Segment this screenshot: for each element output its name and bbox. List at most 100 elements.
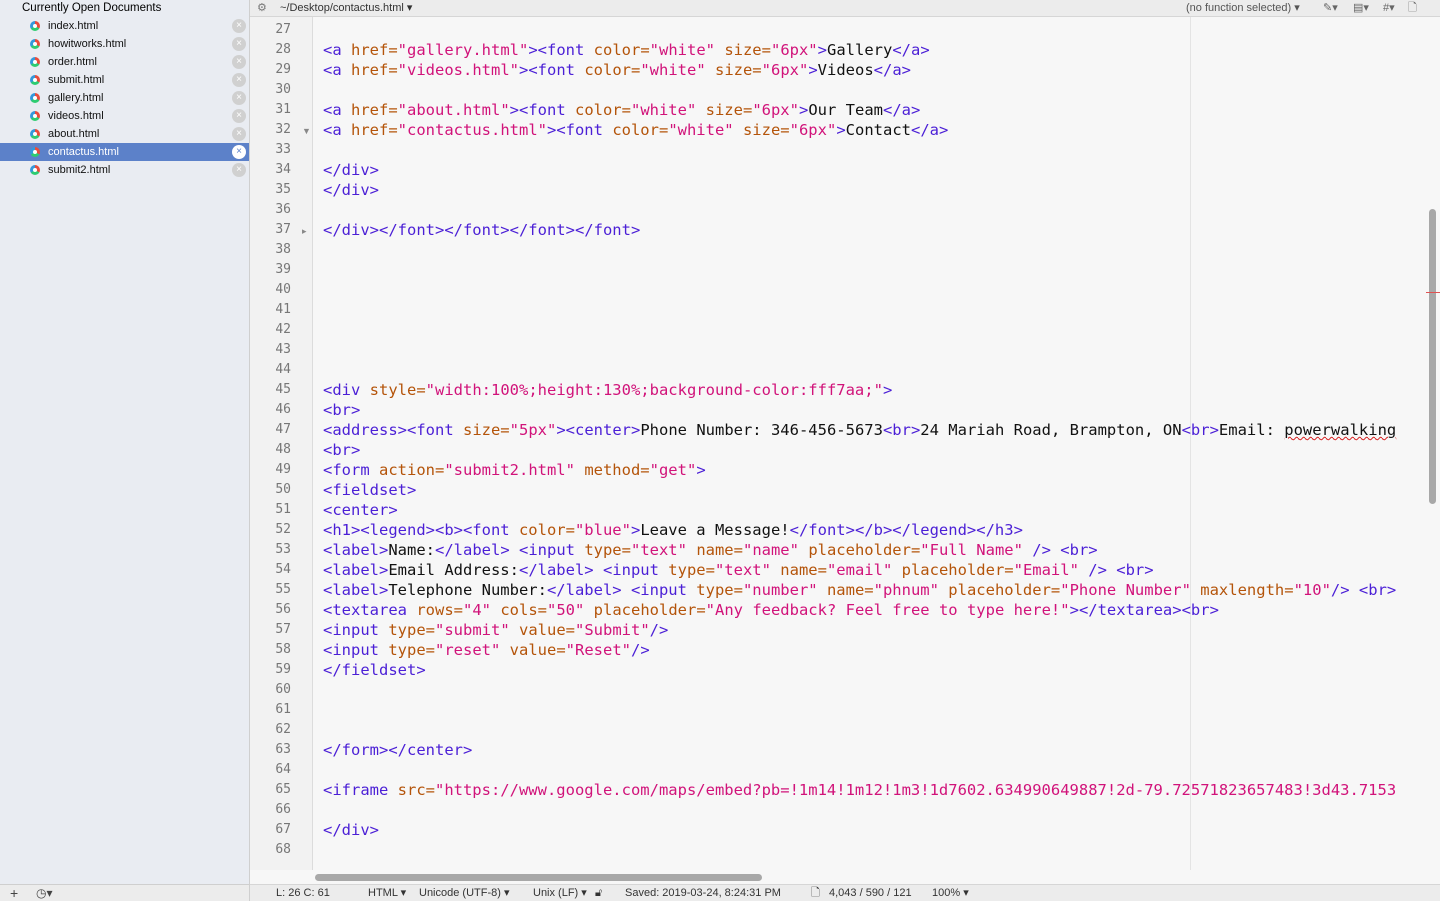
code-line[interactable]: <a href="contactus.html"><font color="wh… xyxy=(323,121,948,139)
code-token: > xyxy=(798,101,809,119)
code-token: "width:100%;height:130%;background-color… xyxy=(425,381,883,399)
code-line[interactable]: <textarea rows="4" cols="50" placeholder… xyxy=(323,601,1219,619)
code-token: "10" xyxy=(1293,581,1331,599)
code-line[interactable]: </div> xyxy=(323,821,379,839)
code-line[interactable]: <fieldset> xyxy=(323,481,416,499)
close-icon[interactable]: × xyxy=(232,37,246,51)
html-file-icon xyxy=(30,75,40,85)
code-token: Contact xyxy=(845,121,911,139)
history-menu-icon[interactable]: ◷▾ xyxy=(36,885,53,901)
close-icon[interactable]: × xyxy=(232,127,246,141)
code-token: /> <br> xyxy=(1088,561,1154,579)
encoding-menu[interactable]: Unicode (UTF-8) ▾ xyxy=(419,885,509,901)
editor-navigation-bar: ⚙ ~/Desktop/contactus.html ▾ (no functio… xyxy=(250,0,1440,17)
code-line[interactable]: <label>Telephone Number:</label> <input … xyxy=(323,581,1396,599)
code-line[interactable]: <center> xyxy=(323,501,398,519)
code-line[interactable]: </div> xyxy=(323,181,379,199)
line-number: 40 xyxy=(275,282,291,297)
code-token: </div> xyxy=(323,181,379,199)
horizontal-scrollbar[interactable] xyxy=(313,870,1425,884)
close-icon[interactable]: × xyxy=(232,55,246,69)
code-line[interactable]: <h1><legend><b><font color="blue">Leave … xyxy=(323,521,1023,539)
vertical-scrollbar[interactable] xyxy=(1425,17,1440,870)
code-line[interactable]: </fieldset> xyxy=(323,661,426,679)
close-icon[interactable]: × xyxy=(232,91,246,105)
document-item[interactable]: contactus.html × xyxy=(0,143,249,161)
fold-toggle-icon[interactable]: ▸ xyxy=(302,226,307,237)
open-documents-sidebar: Currently Open Documents index.html × howi… xyxy=(0,0,250,884)
html-file-icon xyxy=(30,165,40,175)
vertical-scroll-thumb[interactable] xyxy=(1429,209,1436,504)
close-icon[interactable]: × xyxy=(232,19,246,33)
code-line[interactable]: </form></center> xyxy=(323,741,472,759)
code-editor[interactable]: <a href="gallery.html"><font color="whit… xyxy=(313,17,1425,870)
file-path-menu[interactable]: ~/Desktop/contactus.html ▾ xyxy=(280,0,412,16)
document-label: gallery.html xyxy=(48,92,104,104)
navigate-menu-icon[interactable]: ▤▾ xyxy=(1353,0,1369,16)
code-line[interactable]: </div></font></font></font></font> xyxy=(323,221,640,239)
code-line[interactable]: <a href="about.html"><font color="white"… xyxy=(323,101,920,119)
document-icon[interactable]: 🗋 xyxy=(1408,0,1417,16)
line-number: 42 xyxy=(275,322,291,337)
code-line[interactable]: <br> xyxy=(323,441,360,459)
language-menu[interactable]: HTML ▾ xyxy=(368,885,406,901)
code-token: placeholder= xyxy=(808,541,921,559)
document-item[interactable]: index.html × xyxy=(0,17,249,35)
document-label: about.html xyxy=(48,128,100,140)
code-token: size= xyxy=(724,41,771,59)
code-line[interactable]: <a href="gallery.html"><font color="whit… xyxy=(323,41,930,59)
close-icon[interactable]: × xyxy=(232,163,246,177)
code-token: </label> <input xyxy=(518,561,669,579)
document-item[interactable]: videos.html × xyxy=(0,107,249,125)
document-item[interactable]: order.html × xyxy=(0,53,249,71)
saved-status: Saved: 2019-03-24, 8:24:31 PM xyxy=(625,887,781,899)
code-line[interactable]: <label>Email Address:</label> <input typ… xyxy=(323,561,1154,579)
line-number: 45 xyxy=(275,382,291,397)
close-icon[interactable]: × xyxy=(232,109,246,123)
document-item[interactable]: about.html × xyxy=(0,125,249,143)
counterpart-menu-icon[interactable]: #▾ xyxy=(1383,0,1395,16)
document-item[interactable]: gallery.html × xyxy=(0,89,249,107)
code-line[interactable]: <form action="submit2.html" method="get"… xyxy=(323,461,706,479)
horizontal-scroll-thumb[interactable] xyxy=(315,874,762,881)
code-token: <address><font xyxy=(323,421,463,439)
html-file-icon xyxy=(30,39,40,49)
code-token: size= xyxy=(714,61,762,79)
add-document-button[interactable]: + xyxy=(10,885,18,901)
code-token: > xyxy=(696,461,706,479)
code-token: <label> xyxy=(323,541,389,559)
code-token: "5px" xyxy=(509,421,557,439)
code-line[interactable]: <br> xyxy=(323,401,360,419)
line-number: 62 xyxy=(275,722,291,737)
function-menu[interactable]: (no function selected) ▾ xyxy=(1186,0,1300,16)
code-line[interactable]: <input type="reset" value="Reset"/> xyxy=(323,641,650,659)
close-icon[interactable]: × xyxy=(232,145,246,159)
line-endings-menu[interactable]: Unix (LF) ▾ xyxy=(533,885,587,901)
code-line[interactable]: <div style="width:100%;height:130%;backg… xyxy=(323,381,892,399)
line-number: 47 xyxy=(275,422,291,437)
code-line[interactable]: <a href="videos.html"><font color="white… xyxy=(323,61,911,79)
code-token: </a> xyxy=(892,41,930,59)
line-number: 44 xyxy=(275,362,291,377)
code-token: href= xyxy=(351,61,398,79)
document-item[interactable]: submit2.html × xyxy=(0,161,249,179)
line-number: 57 xyxy=(275,622,291,637)
lock-icon[interactable]: 🔓︎ xyxy=(595,885,602,901)
code-line[interactable]: <address><font size="5px"><center>Phone … xyxy=(323,421,1396,439)
html-file-icon xyxy=(30,147,40,157)
gear-icon[interactable]: ⚙ xyxy=(257,0,267,16)
line-number: 35 xyxy=(275,182,291,197)
document-item[interactable]: howitworks.html × xyxy=(0,35,249,53)
close-icon[interactable]: × xyxy=(232,73,246,87)
document-stats: 4,043 / 590 / 121 xyxy=(829,887,912,899)
code-line[interactable]: <label>Name:</label> <input type="text" … xyxy=(323,541,1098,559)
zoom-menu[interactable]: 100% ▾ xyxy=(932,885,969,901)
code-line[interactable]: </div> xyxy=(323,161,379,179)
line-number: 54 xyxy=(275,562,291,577)
document-item[interactable]: submit.html × xyxy=(0,71,249,89)
line-number: 32 xyxy=(275,122,291,137)
code-line[interactable]: <iframe src="https://www.google.com/maps… xyxy=(323,781,1396,799)
marker-menu-icon[interactable]: ✎▾ xyxy=(1323,0,1338,16)
fold-toggle-icon[interactable]: ▼ xyxy=(302,126,311,136)
code-line[interactable]: <input type="submit" value="Submit"/> xyxy=(323,621,668,639)
